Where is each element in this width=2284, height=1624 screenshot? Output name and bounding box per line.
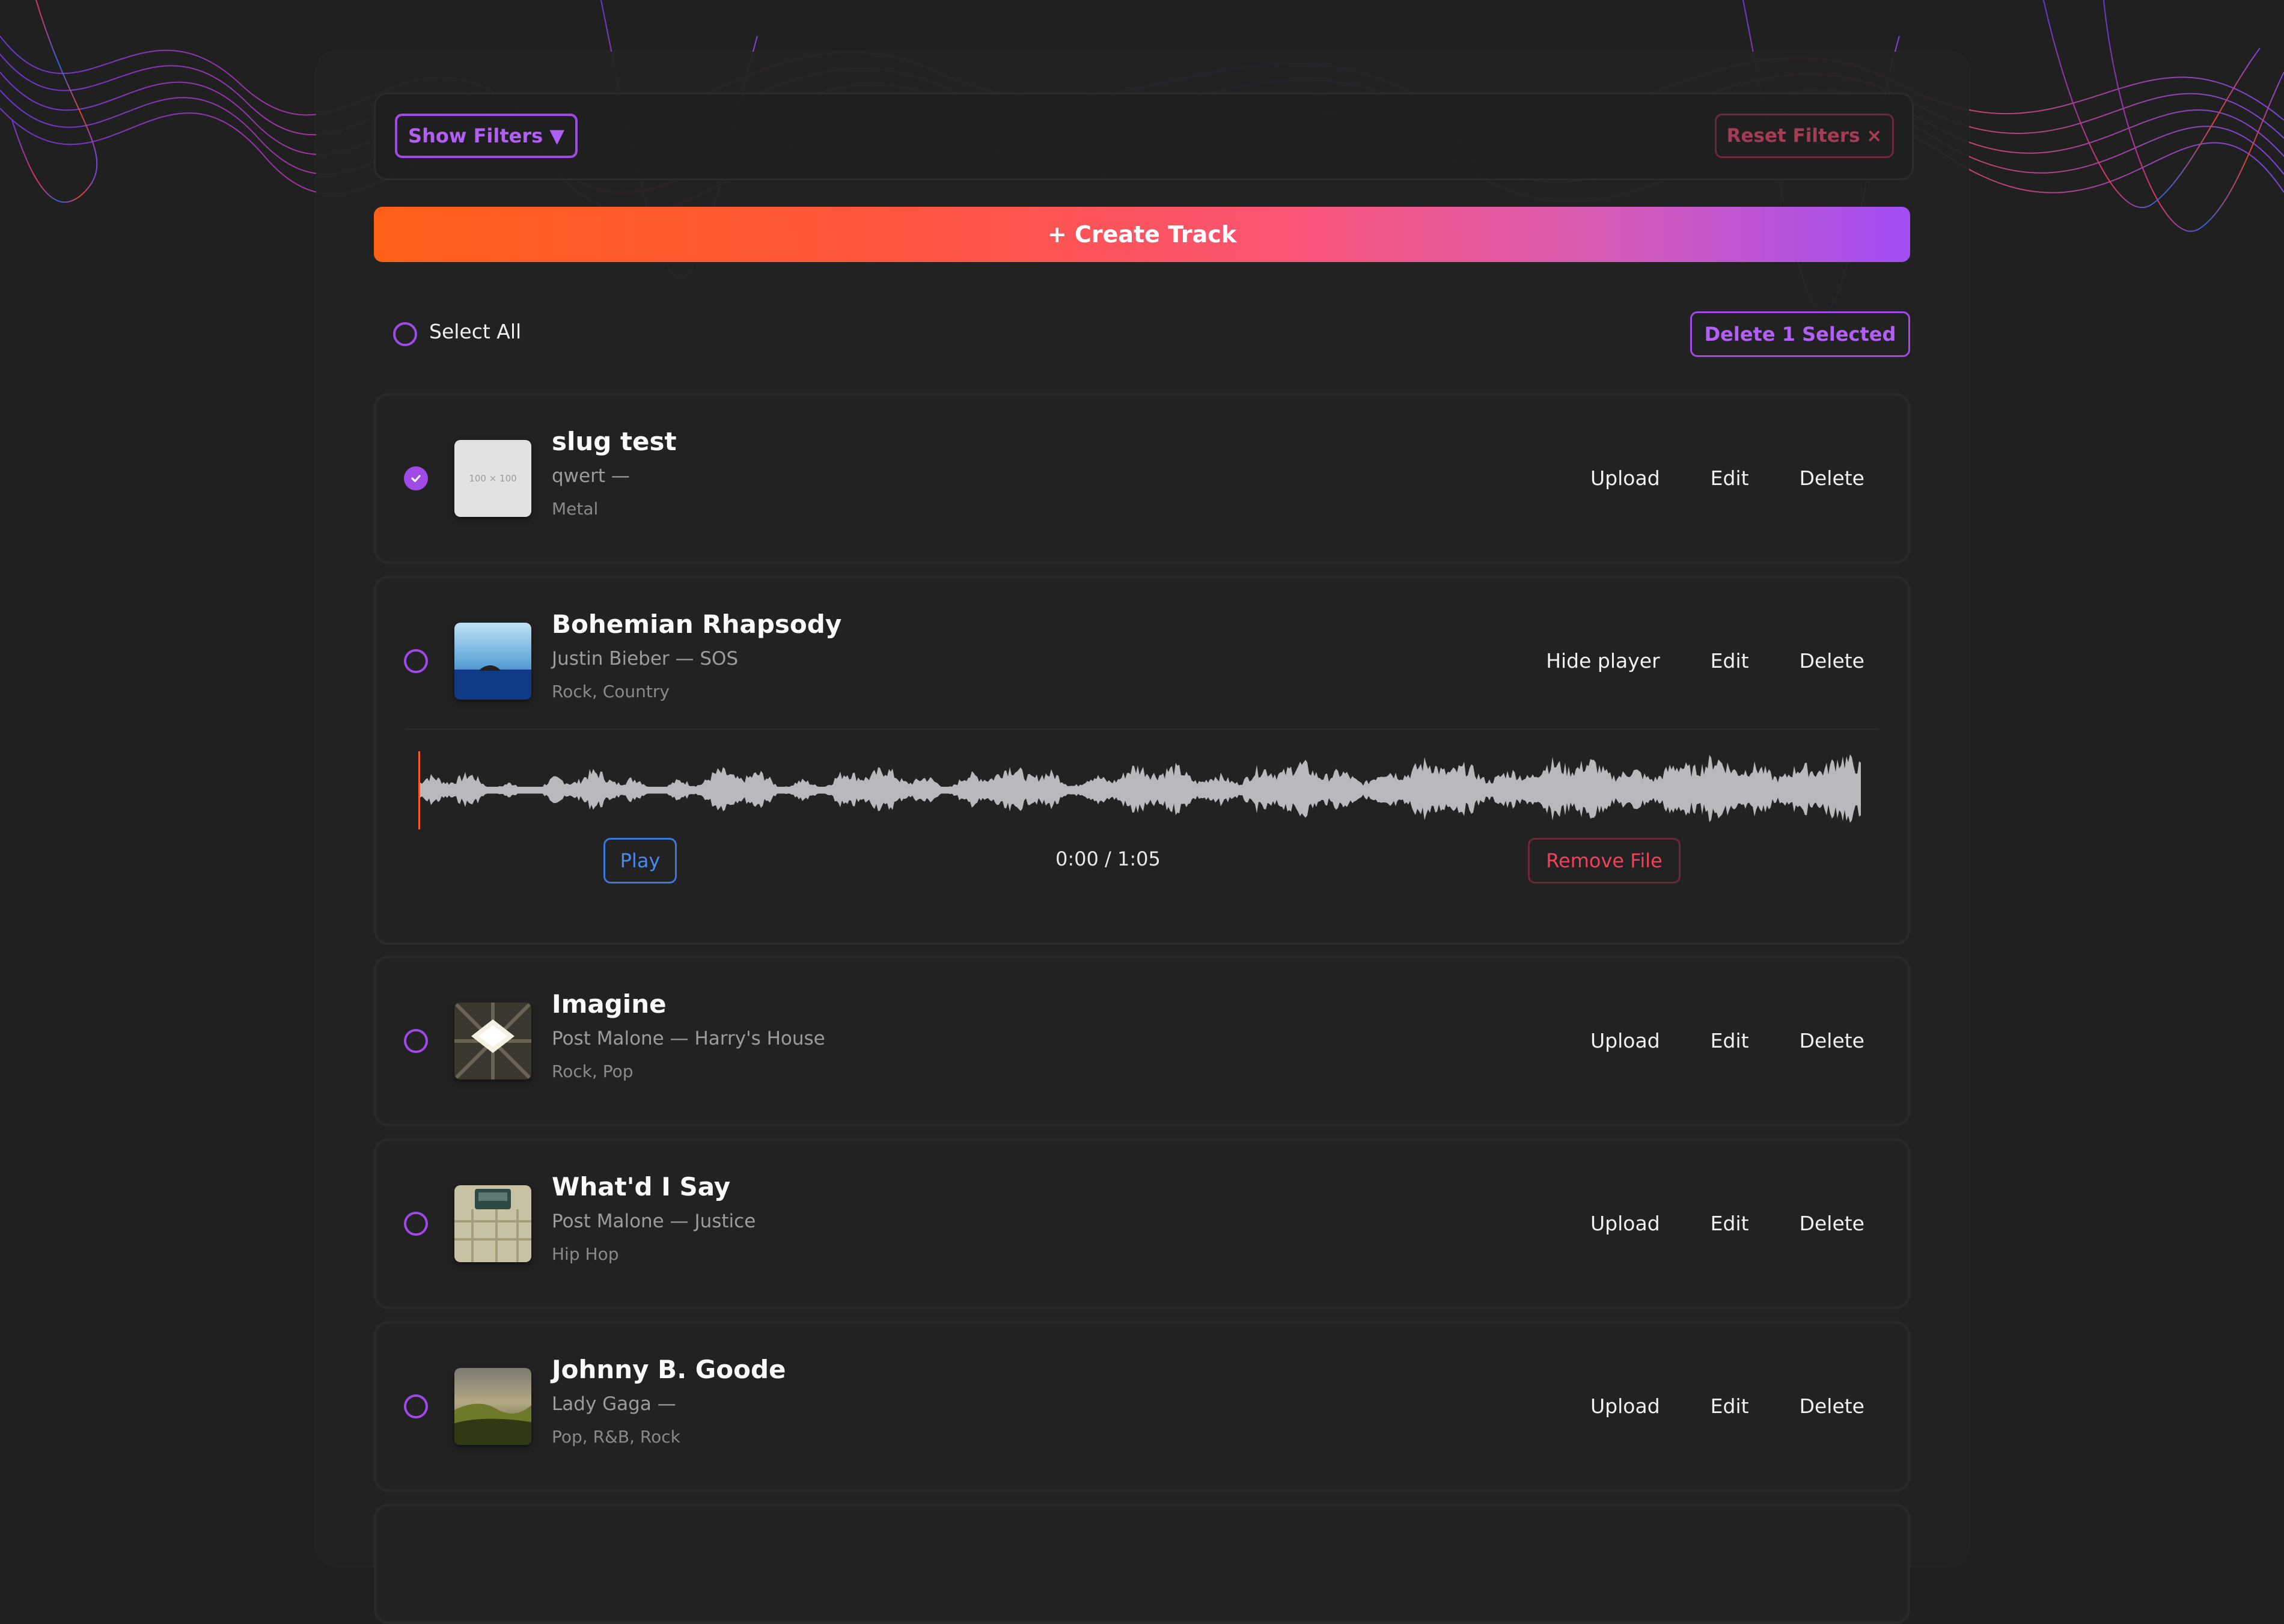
track-cover bbox=[454, 623, 531, 700]
track-select-checkbox[interactable] bbox=[404, 1029, 428, 1053]
track-cover bbox=[454, 1368, 531, 1445]
bulk-select-row: Select All Delete 1 Selected bbox=[374, 310, 1910, 358]
select-all-label: Select All bbox=[429, 320, 522, 343]
track-artist-album: Lady Gaga — bbox=[552, 1393, 676, 1415]
show-filters-button[interactable]: Show Filters ▼ bbox=[395, 114, 578, 158]
edit-button[interactable]: Edit bbox=[1711, 1394, 1749, 1418]
track-card: What'd I Say Post Malone — Justice Hip H… bbox=[374, 1138, 1910, 1309]
track-select-checkbox[interactable] bbox=[404, 1212, 428, 1236]
track-genres: Pop, R&B, Rock bbox=[552, 1427, 680, 1447]
play-button[interactable]: Play bbox=[603, 838, 677, 884]
track-cover bbox=[454, 1003, 531, 1079]
edit-button[interactable]: Edit bbox=[1711, 466, 1749, 490]
edit-button[interactable]: Edit bbox=[1711, 1212, 1749, 1235]
upload-button[interactable]: Upload bbox=[1590, 1029, 1660, 1052]
check-icon bbox=[411, 475, 421, 483]
track-card: Johnny B. Goode Lady Gaga — Pop, R&B, Ro… bbox=[374, 1321, 1910, 1492]
waveform-shape bbox=[418, 754, 1861, 823]
track-select-checkbox[interactable] bbox=[404, 1394, 428, 1418]
track-select-checkbox[interactable] bbox=[404, 466, 428, 490]
upload-button[interactable]: Upload bbox=[1590, 1212, 1660, 1235]
track-title: What'd I Say bbox=[552, 1172, 731, 1201]
delete-selected-button[interactable]: Delete 1 Selected bbox=[1690, 311, 1910, 357]
track-actions: Upload Edit Delete bbox=[1590, 1029, 1864, 1052]
playhead-cursor[interactable] bbox=[418, 751, 420, 829]
edit-button[interactable]: Edit bbox=[1711, 649, 1749, 673]
track-card: Bohemian Rhapsody Justin Bieber — SOS Ro… bbox=[374, 576, 1910, 945]
track-genres: Rock, Country bbox=[552, 682, 670, 701]
delete-button[interactable]: Delete bbox=[1800, 1029, 1864, 1052]
track-actions: Upload Edit Delete bbox=[1590, 466, 1864, 490]
create-track-button[interactable]: + Create Track bbox=[374, 207, 1910, 262]
filter-bar: Show Filters ▼ Reset Filters × bbox=[374, 93, 1914, 180]
track-title: slug test bbox=[552, 427, 677, 456]
cover-placeholder-text: 100 × 100 bbox=[469, 473, 517, 484]
track-artist-album: Justin Bieber — SOS bbox=[552, 648, 739, 670]
track-card bbox=[374, 1504, 1910, 1624]
delete-button[interactable]: Delete bbox=[1800, 466, 1864, 490]
upload-button[interactable]: Upload bbox=[1590, 1394, 1660, 1418]
player-divider bbox=[406, 728, 1878, 730]
track-title: Bohemian Rhapsody bbox=[552, 609, 842, 639]
track-genres: Metal bbox=[552, 499, 599, 519]
track-genres: Rock, Pop bbox=[552, 1061, 634, 1081]
track-title: Imagine bbox=[552, 989, 667, 1019]
track-title: Johnny B. Goode bbox=[552, 1355, 786, 1384]
track-card: 100 × 100 slug test qwert — Metal Upload… bbox=[374, 393, 1910, 564]
track-actions: Hide player Edit Delete bbox=[1546, 649, 1864, 673]
remove-file-button[interactable]: Remove File bbox=[1528, 838, 1681, 884]
edit-button[interactable]: Edit bbox=[1711, 1029, 1749, 1052]
track-artist-album: Post Malone — Harry's House bbox=[552, 1028, 825, 1049]
tracks-panel: Show Filters ▼ Reset Filters × + Create … bbox=[316, 52, 1969, 1624]
track-actions: Upload Edit Delete bbox=[1590, 1212, 1864, 1235]
track-actions: Upload Edit Delete bbox=[1590, 1394, 1864, 1418]
track-cover-placeholder: 100 × 100 bbox=[454, 440, 531, 517]
track-artist-album: qwert — bbox=[552, 465, 630, 487]
hide-player-button[interactable]: Hide player bbox=[1546, 649, 1660, 673]
track-select-checkbox[interactable] bbox=[404, 649, 428, 673]
delete-button[interactable]: Delete bbox=[1800, 649, 1864, 673]
delete-button[interactable]: Delete bbox=[1800, 1394, 1864, 1418]
playback-time: 0:00 / 1:05 bbox=[1055, 847, 1161, 870]
track-card: Imagine Post Malone — Harry's House Rock… bbox=[374, 956, 1910, 1126]
reset-filters-button[interactable]: Reset Filters × bbox=[1715, 114, 1894, 158]
select-all-checkbox[interactable] bbox=[393, 322, 417, 346]
delete-button[interactable]: Delete bbox=[1800, 1212, 1864, 1235]
upload-button[interactable]: Upload bbox=[1590, 466, 1660, 490]
track-artist-album: Post Malone — Justice bbox=[552, 1210, 756, 1232]
audio-waveform[interactable] bbox=[418, 751, 1861, 829]
track-genres: Hip Hop bbox=[552, 1244, 619, 1264]
track-cover bbox=[454, 1185, 531, 1262]
